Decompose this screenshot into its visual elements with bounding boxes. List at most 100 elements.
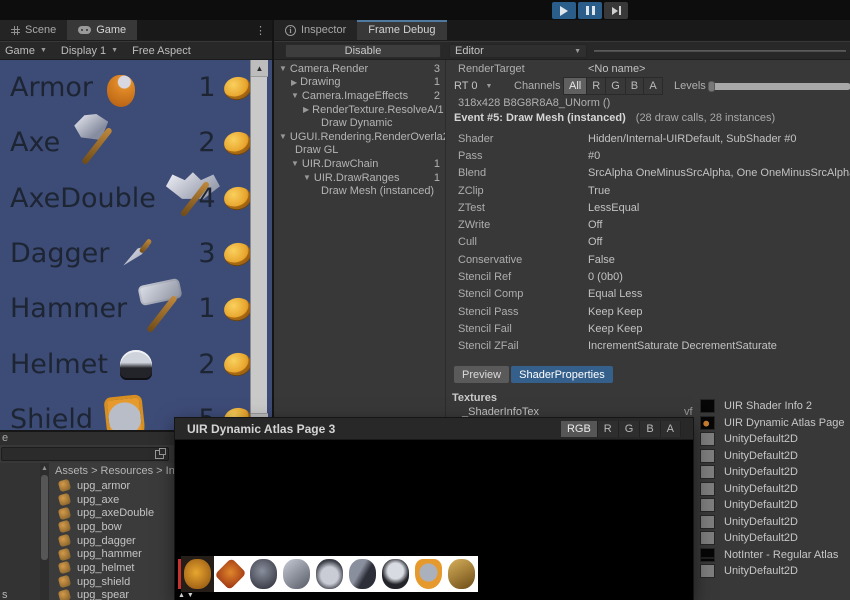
shader-properties-button[interactable]: ShaderProperties <box>511 366 613 383</box>
event-tree-row[interactable]: Draw Mesh (instanced) <box>276 184 445 198</box>
property-value: Hidden/Internal-UIRDefault, SubShader #0 <box>588 133 797 145</box>
texture-row[interactable]: UnityDefault2D <box>700 448 850 465</box>
scrollbar-thumb[interactable] <box>41 475 48 560</box>
texture-thumbnail <box>700 416 715 430</box>
asset-row[interactable]: upg_shield <box>49 575 185 589</box>
asset-row[interactable]: upg_axe <box>49 493 185 507</box>
editor-dropdown[interactable]: Editor ▼ <box>449 44 587 58</box>
channel-button[interactable]: G <box>619 421 641 437</box>
list-item[interactable]: Dagger 3 <box>0 226 272 281</box>
asset-row[interactable]: upg_hammer <box>49 547 185 561</box>
channel-button[interactable]: RGB <box>561 421 598 437</box>
breadcrumb[interactable]: Assets > Resources > Inv <box>49 463 185 479</box>
inventory-list: Armor 1 Axe 2 AxeDouble <box>0 60 272 430</box>
list-item[interactable]: AxeDouble 4 <box>0 171 272 226</box>
game-scrollbar[interactable]: ▲ ▼ <box>250 60 267 430</box>
tab-game-label: Game <box>96 24 126 36</box>
texture-name: UnityDefault2D <box>724 565 798 577</box>
tab-game[interactable]: Game <box>67 20 137 40</box>
texture-row[interactable]: UIR Shader Info 2 <box>700 398 850 415</box>
event-tree-row[interactable]: ▼ UIR.DrawRanges 1 <box>276 171 445 185</box>
asset-row[interactable]: upg_dagger <box>49 534 185 548</box>
list-item[interactable]: Armor 1 <box>0 60 272 115</box>
atlas-titlebar[interactable]: UIR Dynamic Atlas Page 3 RGBRGBA <box>175 418 693 440</box>
list-item[interactable]: Axe 2 <box>0 115 272 170</box>
project-tab-partial[interactable]: e <box>0 432 185 445</box>
list-item[interactable]: Hammer 1 <box>0 281 272 336</box>
rt-dropdown[interactable]: RT 0▼ <box>454 80 492 92</box>
texture-thumbnail <box>700 531 715 545</box>
disclosure-triangle-icon[interactable]: ▼ <box>279 132 287 141</box>
channel-button[interactable]: B <box>640 421 660 437</box>
scroll-up-icon[interactable]: ▲ <box>41 465 48 472</box>
texture-row[interactable]: UnityDefault2D <box>700 481 850 498</box>
aspect-dropdown[interactable]: Free Aspect <box>132 45 191 57</box>
play-button[interactable] <box>552 2 576 19</box>
game-mode-dropdown[interactable]: Game▼ <box>5 45 47 57</box>
event-tree-row[interactable]: ▼ Camera.ImageEffects 2 <box>276 89 445 103</box>
disable-button[interactable]: Disable <box>285 44 441 58</box>
disclosure-triangle-icon[interactable]: ▼ <box>279 64 287 73</box>
asset-row[interactable]: upg_bow <box>49 520 185 534</box>
pause-button[interactable] <box>578 2 602 19</box>
event-count: 2 <box>434 90 445 102</box>
property-value: #0 <box>588 150 600 162</box>
texture-row[interactable]: UnityDefault2D <box>700 530 850 547</box>
panel-menu-icon[interactable]: ⋮ <box>249 20 272 40</box>
texture-row[interactable]: UnityDefault2D <box>700 563 850 580</box>
asset-row[interactable]: upg_helmet <box>49 561 185 575</box>
item-sprite <box>68 112 124 174</box>
disclosure-triangle-icon[interactable]: ▼ <box>291 159 299 168</box>
asset-name: upg_hammer <box>77 548 142 560</box>
preview-button[interactable]: Preview <box>454 366 509 383</box>
asset-row[interactable]: upg_spear <box>49 589 185 600</box>
texture-thumbnail <box>700 498 715 512</box>
property-row: Cull Off <box>446 234 850 251</box>
channel-button[interactable]: R <box>587 78 606 94</box>
texture-row[interactable]: UIR Dynamic Atlas Page <box>700 415 850 432</box>
channel-button[interactable]: B <box>626 78 644 94</box>
channel-buttons: AllRGBA <box>563 77 663 95</box>
event-scrubber-slider[interactable] <box>594 50 846 52</box>
scroll-up-icon[interactable]: ▲ <box>251 60 268 77</box>
step-button[interactable] <box>604 2 628 19</box>
property-key: Shader <box>458 133 493 145</box>
asset-row[interactable]: upg_axeDouble <box>49 506 185 520</box>
event-tree-row[interactable]: ▶ RenderTexture.ResolveA/ 1 <box>276 103 445 117</box>
channel-button[interactable]: A <box>644 78 662 94</box>
project-panel: e s ▲ Assets > Resources > Inv upg_armor <box>0 430 185 600</box>
texture-row[interactable]: UnityDefault2D <box>700 431 850 448</box>
event-tree-row[interactable]: Draw GL <box>276 144 445 158</box>
levels-slider[interactable] <box>709 83 850 90</box>
channel-button[interactable]: A <box>661 421 681 437</box>
tab-scene[interactable]: Scene <box>0 20 67 40</box>
channel-button[interactable]: G <box>606 78 626 94</box>
levels-slider-knob[interactable] <box>708 81 715 92</box>
event-tree-row[interactable]: ▼ UIR.DrawChain 1 <box>276 157 445 171</box>
texture-row[interactable]: UnityDefault2D <box>700 464 850 481</box>
channel-button[interactable]: R <box>598 421 619 437</box>
event-tree-row[interactable]: ▼ UGUI.Rendering.RenderOverla 2 <box>276 130 445 144</box>
tab-frame-debug[interactable]: Frame Debug <box>357 20 446 40</box>
disclosure-triangle-icon[interactable]: ▶ <box>291 78 297 87</box>
texture-row[interactable]: UnityDefault2D <box>700 497 850 514</box>
texture-row[interactable]: NotInter - Regular Atlas <box>700 547 850 564</box>
list-item[interactable]: Helmet 2 <box>0 336 272 391</box>
disclosure-triangle-icon[interactable]: ▶ <box>303 105 309 114</box>
channel-button[interactable]: All <box>564 78 587 94</box>
texture-name: UIR Shader Info 2 <box>724 400 812 412</box>
disclosure-triangle-icon[interactable]: ▼ <box>303 173 311 182</box>
folder-tree-scrollbar[interactable]: ▲ <box>40 463 49 600</box>
disclosure-triangle-icon[interactable]: ▼ <box>291 91 299 100</box>
texture-row[interactable]: UnityDefault2D <box>700 514 850 531</box>
search-input[interactable] <box>1 447 169 461</box>
event-tree-row[interactable]: ▼ Camera.Render 3 <box>276 62 445 76</box>
event-tree-row[interactable]: ▶ Drawing 1 <box>276 76 445 90</box>
event-tree-row[interactable]: Draw Dynamic <box>276 116 445 130</box>
asset-row[interactable]: upg_armor <box>49 479 185 493</box>
search-jump-icon[interactable] <box>155 450 164 459</box>
display-dropdown[interactable]: Display 1▼ <box>61 45 118 57</box>
property-value: False <box>588 254 615 266</box>
atlas-scroll-arrows[interactable]: ▲▼ <box>178 592 196 599</box>
tab-inspector[interactable]: i Inspector <box>274 20 357 40</box>
